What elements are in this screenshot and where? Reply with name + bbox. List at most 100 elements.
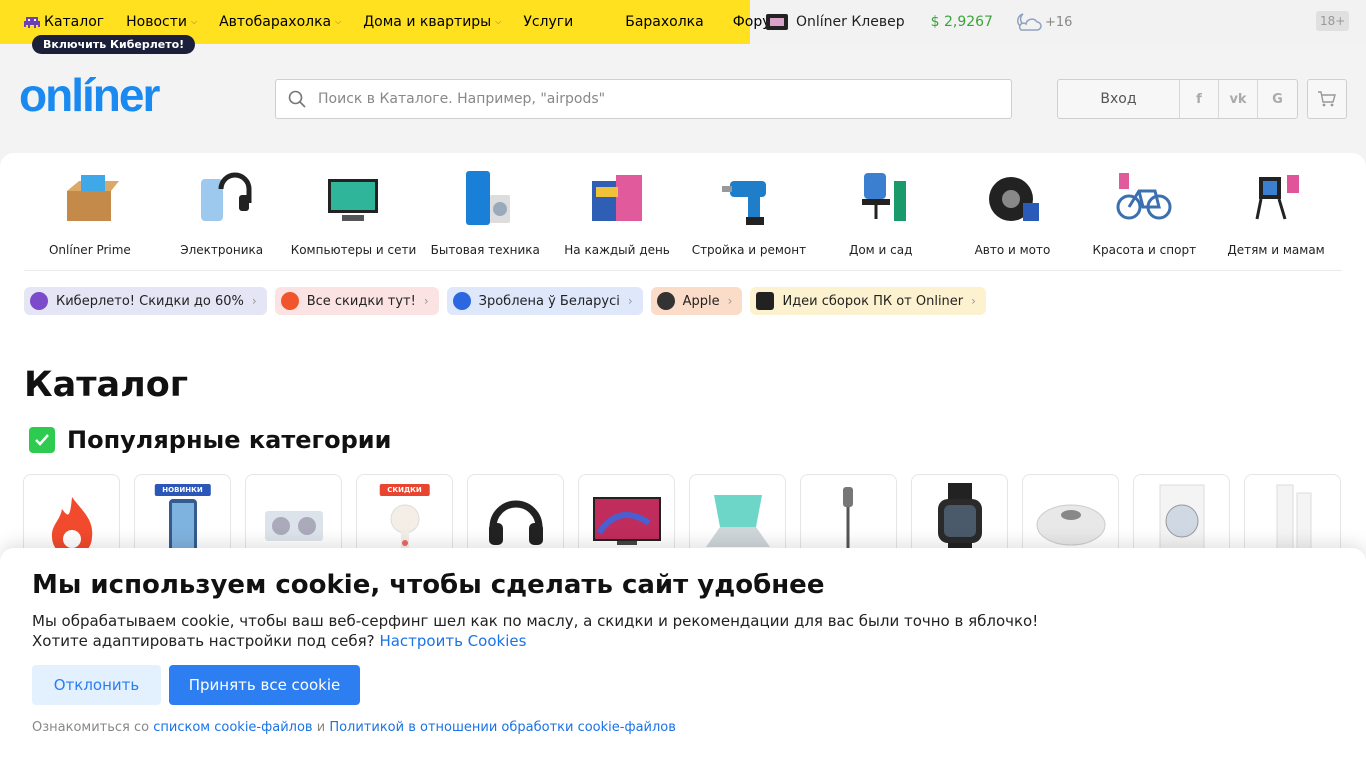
topnav-auto[interactable]: Автобарахолка ⌵	[219, 14, 341, 30]
chip-apple[interactable]: Apple ›	[650, 287, 743, 315]
topnav-label: Автобарахолка	[219, 14, 332, 30]
tire-icon	[989, 177, 1040, 221]
top-bar-right: Onlíner Клевер $ 2,9267 +16	[766, 0, 1072, 44]
new-badge: НОВИНКИ	[154, 484, 211, 496]
sale-badge: СКИДКИ	[379, 484, 430, 496]
cookie-foot-prefix: Ознакомиться со	[32, 720, 150, 735]
cookie-line-2: Хотите адаптировать настройки под себя? …	[32, 631, 1038, 651]
google-icon[interactable]: G	[1258, 80, 1297, 118]
chevron-down-icon: ⌵	[191, 17, 198, 26]
checkmark-icon	[29, 427, 55, 453]
cookie-question: Хотите адаптировать настройки под себя?	[32, 632, 375, 650]
cart-icon	[1318, 91, 1336, 107]
category-beauty-sport[interactable]: Красота и спорт	[1078, 167, 1210, 257]
space-invader-icon	[24, 17, 40, 28]
chevron-right-icon: ›	[251, 294, 257, 308]
chip-pc-builds[interactable]: Идеи сборок ПК от Onliner ›	[750, 287, 986, 315]
category-auto-moto[interactable]: Авто и мото	[947, 167, 1079, 257]
category-label: Авто и мото	[974, 243, 1051, 257]
category-everyday[interactable]: На каждый день	[551, 167, 683, 257]
login-button[interactable]: Вход	[1058, 80, 1180, 118]
configure-cookies-link[interactable]: Настроить Cookies	[379, 632, 526, 650]
topnav-news[interactable]: Новости ⌵	[126, 14, 197, 30]
cookie-title: Мы используем cookie, чтобы сделать сайт…	[32, 570, 825, 600]
vk-icon[interactable]: vk	[1219, 80, 1258, 118]
auth-group: Вход f vk G	[1057, 79, 1298, 119]
chip-made-in-belarus[interactable]: Зроблена ў Беларусі ›	[446, 287, 643, 315]
category-construction[interactable]: Стройка и ремонт	[683, 167, 815, 257]
fridge-icon	[466, 171, 511, 225]
fridge-icon	[1276, 484, 1311, 553]
popular-title: Популярные категории	[67, 426, 392, 454]
category-row: Onlíner Prime Электроника Компьютеры и с…	[24, 167, 1342, 257]
cookie-footer: Ознакомиться со списком cookie-файлов и …	[32, 720, 676, 735]
decline-button[interactable]: Отклонить	[32, 665, 161, 705]
search-placeholder: Поиск в Каталоге. Например, "airpods"	[318, 91, 606, 107]
search-input[interactable]: Поиск в Каталоге. Например, "airpods"	[275, 79, 1012, 119]
topnav-catalog[interactable]: Каталог	[24, 14, 104, 30]
klever-link[interactable]: Onlíner Клевер	[796, 14, 905, 30]
cookie-banner: Мы используем cookie, чтобы сделать сайт…	[0, 548, 1366, 768]
page-title: Каталог	[24, 365, 189, 405]
topnav-realty[interactable]: Дома и квартиры ⌵	[363, 14, 501, 30]
topnav-label: Дома и квартиры	[363, 14, 492, 30]
headphones-icon	[488, 500, 543, 545]
chair-icon	[861, 173, 906, 221]
top-bar: Каталог Новости ⌵ Автобарахолка ⌵ Дома и к…	[0, 0, 1366, 54]
currency-rate[interactable]: $ 2,9267	[931, 14, 993, 30]
topnav-label: Барахолка	[625, 14, 704, 30]
bicycle-icon	[1116, 173, 1172, 220]
topnav-label: Услуги	[523, 14, 574, 30]
chip-label: Зроблена ў Беларусі	[478, 293, 620, 309]
category-label: Детям и мамам	[1227, 243, 1325, 257]
category-home-garden[interactable]: Дом и сад	[815, 167, 947, 257]
klever-icon	[766, 14, 788, 30]
accept-all-button[interactable]: Принять все cookie	[169, 665, 360, 705]
chip-all-sales[interactable]: Все скидки тут! ›	[274, 287, 439, 315]
age-rating-badge: 18+	[1316, 11, 1350, 31]
smartwatch-icon	[937, 483, 982, 553]
cart-button[interactable]	[1307, 79, 1347, 119]
robot-vacuum-icon	[1036, 504, 1105, 546]
topnav-label: Каталог	[44, 14, 105, 30]
category-label: На каждый день	[564, 243, 670, 257]
drill-icon	[721, 181, 766, 225]
header: onlíner Поиск в Каталоге. Например, "air…	[0, 44, 1366, 154]
cookie-policy-link[interactable]: Политикой в отношении обработки cookie-ф…	[329, 720, 676, 735]
weather-night-cloud-icon	[1017, 13, 1042, 31]
stick-vacuum-icon	[842, 487, 853, 551]
search-icon	[288, 90, 306, 108]
groceries-icon	[592, 175, 643, 221]
category-computers[interactable]: Компьютеры и сети	[288, 167, 420, 257]
monitor-icon	[328, 179, 379, 221]
category-label: Электроника	[180, 243, 264, 257]
chevron-right-icon: ›	[627, 294, 633, 308]
chip-label: Идеи сборок ПК от Onliner	[782, 293, 964, 309]
chip-kiberleto[interactable]: Киберлето! Скидки до 60% ›	[24, 287, 267, 315]
chevron-right-icon: ›	[423, 294, 429, 308]
category-appliances[interactable]: Бытовая техника	[419, 167, 551, 257]
divider	[24, 270, 1342, 271]
category-onliner-prime[interactable]: Onlíner Prime	[24, 167, 156, 257]
cookie-text: Мы обрабатываем cookie, чтобы ваш веб-се…	[32, 611, 1038, 651]
cookie-list-link[interactable]: списком cookie-файлов	[153, 720, 312, 735]
chip-label: Apple	[682, 293, 720, 309]
category-label: Бытовая техника	[430, 243, 540, 257]
smartphone-headphones-icon	[200, 172, 252, 221]
category-label: Дом и сад	[848, 243, 913, 257]
category-electronics[interactable]: Электроника	[156, 167, 288, 257]
fire-icon	[280, 292, 299, 310]
category-label: Onlíner Prime	[48, 243, 131, 257]
apple-icon	[656, 292, 675, 310]
chevron-right-icon: ›	[971, 294, 976, 308]
onliner-logo[interactable]: onlíner	[19, 68, 160, 122]
facebook-icon[interactable]: f	[1180, 80, 1219, 118]
popular-heading: Популярные категории	[29, 426, 391, 454]
temperature[interactable]: +16	[1045, 15, 1072, 30]
stroller-icon	[1255, 175, 1300, 220]
topnav-baraholka[interactable]: Барахолка	[625, 14, 703, 30]
laptop-icon	[705, 495, 770, 547]
category-kids[interactable]: Детям и мамам	[1210, 167, 1342, 257]
topnav-services[interactable]: Услуги	[523, 14, 573, 30]
category-label: Красота и спорт	[1092, 243, 1197, 257]
